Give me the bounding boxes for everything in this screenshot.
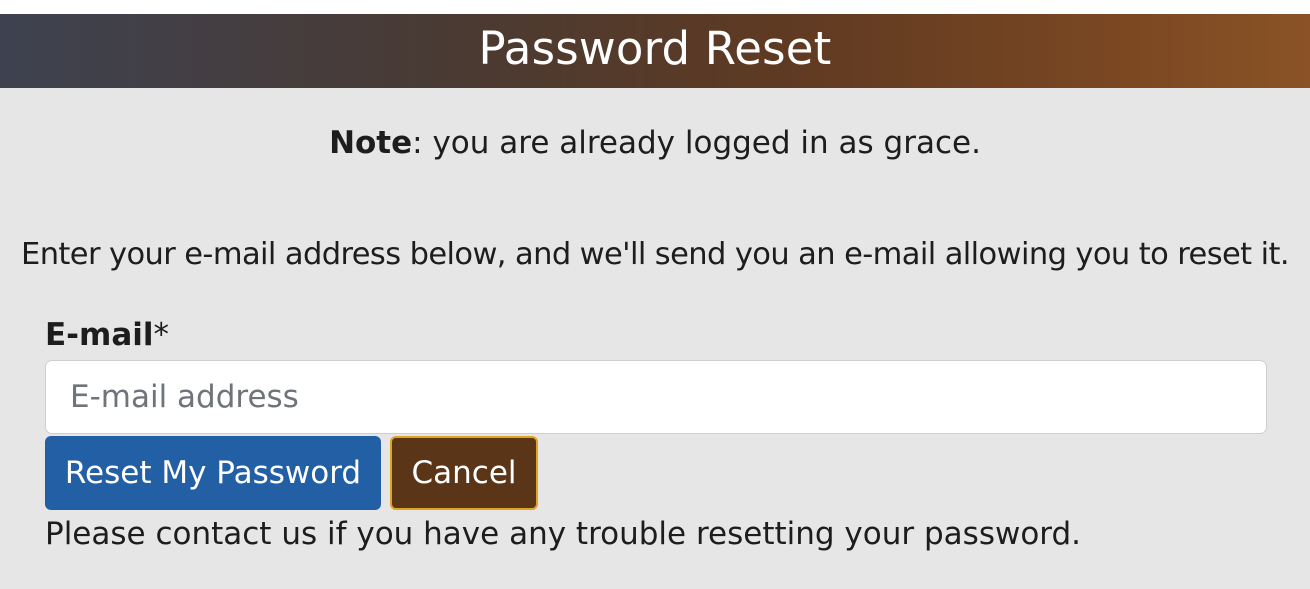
note-text: : you are already logged in as grace. [412, 125, 981, 161]
logged-in-note: Note: you are already logged in as grace… [0, 124, 1310, 162]
email-label-text: E-mail [45, 317, 154, 353]
email-field-label: E-mail* [45, 316, 169, 354]
cancel-button[interactable]: Cancel [390, 436, 538, 510]
reset-password-button[interactable]: Reset My Password [45, 436, 381, 510]
note-label: Note [329, 125, 413, 161]
reset-instructions: Enter your e-mail address below, and we'… [21, 237, 1290, 272]
help-text: Please contact us if you have any troubl… [45, 516, 1082, 552]
email-field[interactable] [45, 360, 1267, 434]
page: Password Reset Note: you are already log… [0, 0, 1310, 589]
required-marker: * [153, 317, 170, 353]
page-title: Password Reset [478, 21, 832, 75]
main-content: Note: you are already logged in as grace… [0, 88, 1310, 589]
page-header: Password Reset [0, 14, 1310, 88]
